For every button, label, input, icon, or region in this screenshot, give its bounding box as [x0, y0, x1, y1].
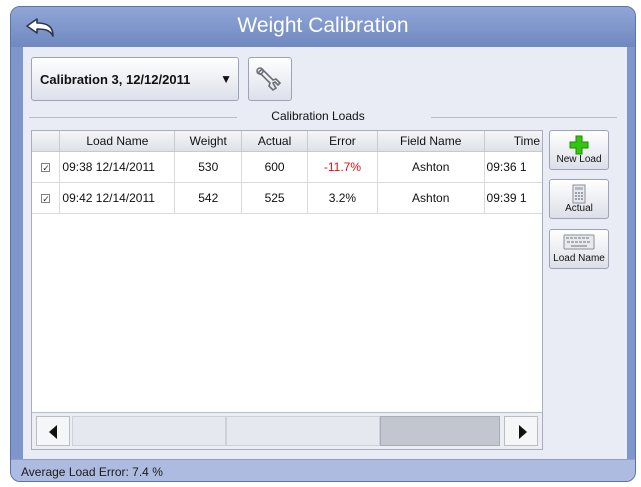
scroll-track[interactable] [226, 416, 380, 446]
column-header-actual[interactable]: Actual [241, 131, 309, 152]
field-name-cell: Ashton [377, 182, 485, 214]
load-name-cell: 09:38 12/14/2011 [59, 151, 176, 183]
new-load-label: New Load [556, 154, 602, 165]
field-name-cell: Ashton [377, 151, 485, 183]
new-load-button[interactable]: New Load [549, 130, 609, 170]
actual-label: Actual [565, 203, 593, 214]
app-window: Weight Calibration Calibration 3, 12/12/… [10, 6, 636, 482]
row-checkbox-cell[interactable]: ✓ [32, 182, 61, 214]
row-checkbox[interactable]: ✓ [41, 193, 51, 203]
title-bar: Weight Calibration [11, 7, 635, 47]
table-header-row: Load Name Weight Actual Error Field Name… [32, 131, 542, 152]
column-header-time[interactable]: Time [484, 131, 542, 152]
load-name-label: Load Name [553, 253, 605, 264]
table-row[interactable]: ✓ 09:42 12/14/2011 542 525 3.2% Ashton 0… [32, 182, 542, 214]
error-cell: 3.2% [307, 182, 378, 214]
calibration-dropdown-value: Calibration 3, 12/12/2011 [40, 72, 191, 87]
row-checkbox-cell[interactable]: ✓ [32, 151, 61, 183]
weight-cell: 530 [174, 151, 243, 183]
load-name-cell: 09:42 12/14/2011 [59, 182, 176, 214]
section-label: Calibration Loads [271, 109, 365, 123]
scroll-track[interactable] [72, 416, 226, 446]
time-cell: 09:36 1 [484, 151, 542, 183]
scroll-right-button[interactable] [504, 416, 538, 446]
average-load-error: Average Load Error: 7.4 % [21, 465, 163, 479]
actual-cell: 600 [241, 151, 309, 183]
row-checkbox[interactable]: ✓ [41, 162, 51, 172]
horizontal-scrollbar[interactable] [32, 412, 542, 449]
actual-button[interactable]: Actual [549, 179, 609, 219]
calibration-settings-button[interactable] [248, 57, 292, 101]
dropdown-arrow-icon: ▼ [220, 72, 232, 86]
column-header-field-name[interactable]: Field Name [377, 131, 485, 152]
column-header-check [32, 131, 61, 152]
status-bar: Average Load Error: 7.4 % [11, 459, 635, 481]
column-header-load-name[interactable]: Load Name [59, 131, 176, 152]
section-divider-right [431, 117, 617, 118]
calibration-dropdown[interactable]: Calibration 3, 12/12/2011 ▼ [31, 57, 239, 101]
page-title: Weight Calibration [237, 14, 409, 37]
green-plus-icon [569, 135, 589, 155]
scroll-thumb[interactable] [380, 416, 500, 446]
column-header-weight[interactable]: Weight [174, 131, 243, 152]
actual-cell: 525 [241, 182, 309, 214]
scroll-left-button[interactable] [36, 416, 70, 446]
time-cell: 09:39 1 [484, 182, 542, 214]
scroll-left-arrow-icon [49, 425, 57, 439]
load-name-button[interactable]: Load Name [549, 229, 609, 269]
error-cell: -11.7% [307, 151, 378, 183]
wrench-icon [256, 67, 282, 92]
keyboard-icon [563, 234, 595, 250]
table-row[interactable]: ✓ 09:38 12/14/2011 530 600 -11.7% Ashton… [32, 151, 542, 183]
main-panel: Calibration 3, 12/12/2011 ▼ Calibration … [23, 47, 627, 459]
calculator-icon [572, 184, 586, 204]
weight-cell: 542 [174, 182, 243, 214]
calibration-loads-table[interactable]: Load Name Weight Actual Error Field Name… [31, 130, 543, 450]
scroll-right-arrow-icon [519, 425, 527, 439]
column-header-error[interactable]: Error [307, 131, 378, 152]
